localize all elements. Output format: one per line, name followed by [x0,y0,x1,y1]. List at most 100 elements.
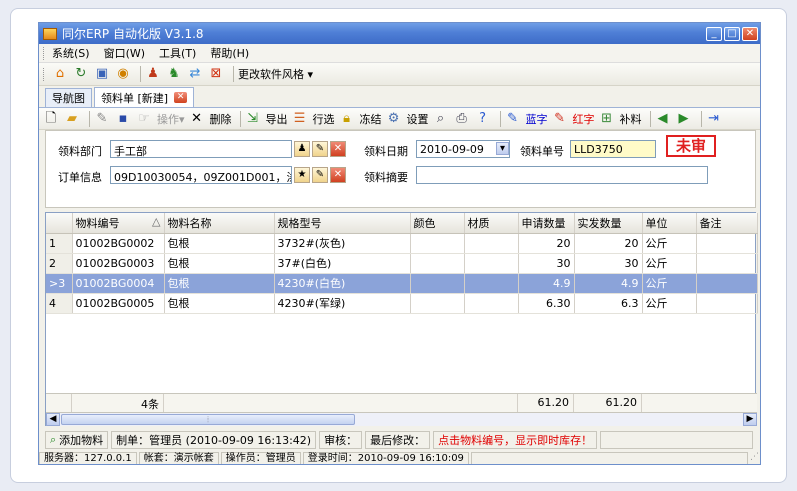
table-row-selected[interactable]: >3 01002BG0004 包根 4230#(白色) 4.9 4.9 公斤 [46,273,758,294]
minimize-button[interactable]: _ [706,26,722,41]
col-material-name[interactable]: 物料名称 [164,213,275,234]
new-doc-icon[interactable]: 🗋 [43,111,59,127]
globe-icon[interactable]: ◉ [115,66,131,82]
col-actual-qty[interactable]: 实发数量 [574,213,643,234]
col-color[interactable]: 颜色 [410,213,465,234]
users-icon[interactable]: ♞ [166,66,182,82]
edit-icon[interactable]: ✎ [94,111,110,127]
row-number[interactable]: >3 [46,273,73,294]
cell-note[interactable] [696,233,758,254]
blue-font-icon[interactable]: ✎ [505,111,521,127]
col-material-code[interactable]: 物料编号 △ [72,213,165,234]
col-unit[interactable]: 单位 [642,213,697,234]
delete-icon[interactable]: ✕ [189,111,205,127]
cell-color[interactable] [410,253,465,274]
row-number[interactable]: 2 [46,253,73,274]
monitor-icon[interactable]: ▣ [94,66,110,82]
user-icon[interactable]: ♟ [145,66,161,82]
print-icon[interactable]: ⎙ [454,111,470,127]
cell-material[interactable] [464,253,519,274]
table-row[interactable]: 1 01002BG0002 包根 3732#(灰色) 20 20 公斤 [46,233,758,254]
person-lookup-icon[interactable]: ♟ [294,141,310,157]
row-number[interactable]: 1 [46,233,73,254]
menu-help[interactable]: 帮助(H) [210,45,249,61]
menu-tools[interactable]: 工具(T) [159,45,196,61]
cell-code[interactable]: 01002BG0005 [72,293,165,314]
col-material[interactable]: 材质 [464,213,519,234]
row-select-icon[interactable]: ☰ [292,111,308,127]
scroll-right-icon[interactable]: ▶ [743,413,757,426]
freeze-button[interactable]: 冻结 [360,111,382,127]
star-icon[interactable]: ★ [294,167,310,183]
lock-icon[interactable]: 🔒︎ [339,111,355,127]
cell-color[interactable] [410,293,465,314]
table-row[interactable]: 4 01002BG0005 包根 4230#(军绿) 6.30 6.3 公斤 [46,293,758,314]
cell-spec[interactable]: 37#(白色) [274,253,411,274]
change-style-button[interactable]: 更改软件风格 ▾ [238,66,313,82]
cell-name[interactable]: 包根 [164,293,275,314]
print-preview-icon[interactable]: ⌕ [433,111,449,127]
switch-icon[interactable]: ⇄ [187,66,203,82]
tab-requisition[interactable]: 领料单 [新建] ✕ [94,87,195,107]
clear-icon[interactable]: ✕ [330,141,346,157]
settings-icon[interactable]: ⚙ [386,111,402,127]
col-requested-qty[interactable]: 申请数量 [518,213,575,234]
red-font-button[interactable]: 红字 [573,111,595,127]
col-spec[interactable]: 规格型号 [274,213,411,234]
table-row[interactable]: 2 01002BG0003 包根 37#(白色) 30 30 公斤 [46,253,758,274]
cell-req-qty[interactable]: 20 [518,233,575,254]
refresh-icon[interactable]: ↻ [73,66,89,82]
delete-button[interactable]: 删除 [210,111,232,127]
settings-button[interactable]: 设置 [407,111,429,127]
row-number[interactable]: 4 [46,293,73,314]
date-dropdown-icon[interactable]: ▾ [496,142,509,155]
cell-actual-qty[interactable]: 4.9 [574,273,643,294]
cell-actual-qty[interactable]: 6.3 [574,293,643,314]
scroll-left-icon[interactable]: ◀ [46,413,60,426]
cell-code[interactable]: 01002BG0002 [72,233,165,254]
cell-actual-qty[interactable]: 20 [574,233,643,254]
close-button[interactable]: ✕ [742,26,758,41]
home-icon[interactable]: ⌂ [52,66,68,82]
cell-unit[interactable]: 公斤 [642,253,697,274]
cell-unit[interactable]: 公斤 [642,233,697,254]
cell-material[interactable] [464,233,519,254]
cell-color[interactable] [410,233,465,254]
pencil-icon[interactable]: ✎ [312,167,328,183]
cell-req-qty[interactable]: 6.30 [518,293,575,314]
prev-record-icon[interactable]: ◀ [655,111,671,127]
cell-unit[interactable]: 公斤 [642,293,697,314]
cell-code[interactable]: 01002BG0004 [72,273,165,294]
summary-field[interactable] [416,166,708,184]
cell-material[interactable] [464,293,519,314]
help-icon[interactable]: ? [475,111,491,127]
cell-color[interactable] [410,273,465,294]
exit-doc-icon[interactable]: ⇥ [706,111,722,127]
tab-close-icon[interactable]: ✕ [174,92,188,103]
resize-grip-icon[interactable]: ⋰ [750,452,760,464]
cell-req-qty[interactable]: 30 [518,253,575,274]
next-record-icon[interactable]: ▶ [676,111,692,127]
dept-field[interactable]: 手工部 [110,140,292,158]
cell-code[interactable]: 01002BG0003 [72,253,165,274]
exit-icon[interactable]: ⊠ [208,66,224,82]
menu-window[interactable]: 窗口(W) [104,45,145,61]
menu-system[interactable]: 系统(S) [52,45,90,61]
cell-material[interactable] [464,273,519,294]
cell-spec[interactable]: 3732#(灰色) [274,233,411,254]
scroll-thumb[interactable]: ⦙ [61,414,355,425]
cell-note[interactable] [696,273,758,294]
supplement-button[interactable]: 补料 [620,111,642,127]
supplement-icon[interactable]: ⊞ [599,111,615,127]
cell-note[interactable] [696,253,758,274]
cell-req-qty[interactable]: 4.9 [518,273,575,294]
clear-icon[interactable]: ✕ [330,167,346,183]
col-note[interactable]: 备注 [696,213,758,234]
cell-name[interactable]: 包根 [164,253,275,274]
maximize-button[interactable]: □ [724,26,740,41]
red-font-icon[interactable]: ✎ [552,111,568,127]
export-icon[interactable]: ⇲ [245,111,261,127]
add-material-button[interactable]: ⌕ 添加物料 [45,431,109,449]
export-button[interactable]: 导出 [266,111,288,127]
cell-actual-qty[interactable]: 30 [574,253,643,274]
